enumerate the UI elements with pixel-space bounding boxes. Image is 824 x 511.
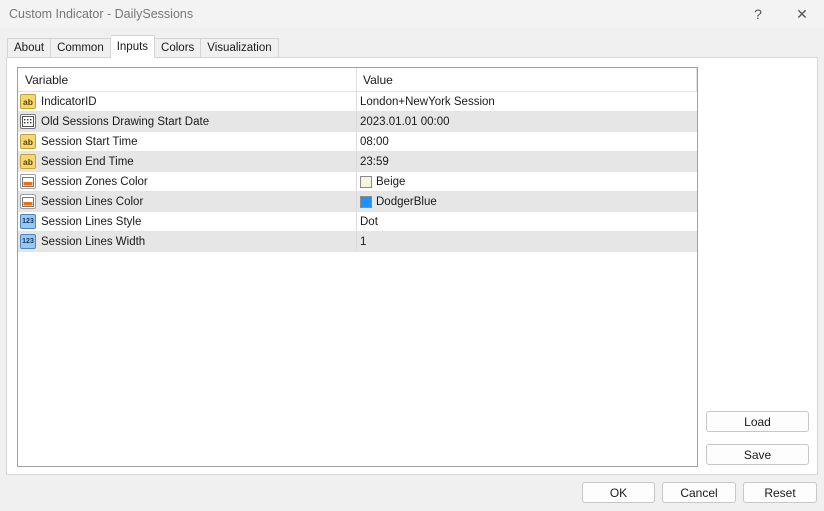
value-text: London+NewYork Session: [360, 95, 495, 108]
table-row[interactable]: 123 Session Lines Style Dot: [18, 212, 697, 232]
table-row[interactable]: Session Lines Color DodgerBlue: [18, 192, 697, 212]
table-row[interactable]: ab Session Start Time 08:00: [18, 132, 697, 152]
tab-about[interactable]: About: [7, 38, 52, 58]
value-cell[interactable]: 2023.01.01 00:00: [357, 112, 697, 131]
reset-button[interactable]: Reset: [743, 482, 817, 503]
numeric-123-icon: 123: [20, 214, 36, 229]
ab-string-icon: ab: [20, 134, 36, 149]
table-row[interactable]: Session Zones Color Beige: [18, 172, 697, 192]
variable-name: Session Start Time: [41, 135, 138, 148]
window-title: Custom Indicator - DailySessions: [9, 7, 194, 21]
numeric-123-icon: 123: [20, 234, 36, 249]
column-header-variable[interactable]: Variable: [18, 68, 357, 92]
inputs-grid: Variable Value ab IndicatorID London+New…: [17, 67, 698, 467]
variable-name: Session End Time: [41, 155, 134, 168]
cancel-button[interactable]: Cancel: [662, 482, 736, 503]
load-button[interactable]: Load: [706, 411, 809, 432]
value-cell[interactable]: 1: [357, 232, 697, 251]
variable-name: Session Lines Color: [41, 195, 144, 208]
color-swatch: [360, 195, 372, 208]
table-row[interactable]: ab Session End Time 23:59: [18, 152, 697, 172]
value-cell[interactable]: London+NewYork Session: [357, 92, 697, 111]
value-cell[interactable]: DodgerBlue: [357, 192, 697, 211]
tab-colors[interactable]: Colors: [155, 38, 202, 58]
grid-rows: ab IndicatorID London+NewYork Session Ol…: [18, 92, 697, 252]
ab-string-icon: ab: [20, 94, 36, 109]
color-swatch: [360, 175, 372, 188]
table-row[interactable]: 123 Session Lines Width 1: [18, 232, 697, 252]
calendar-datetime-icon: [20, 114, 36, 129]
ok-button[interactable]: OK: [582, 482, 655, 503]
value-text: Dot: [360, 215, 378, 228]
help-icon: ?: [754, 6, 762, 22]
value-text: 2023.01.01 00:00: [360, 115, 450, 128]
tab-common[interactable]: Common: [51, 38, 111, 58]
column-header-value[interactable]: Value: [357, 68, 697, 92]
table-row[interactable]: ab IndicatorID London+NewYork Session: [18, 92, 697, 112]
value-text: Beige: [376, 175, 406, 188]
grid-header: Variable Value: [18, 68, 697, 92]
value-cell[interactable]: Beige: [357, 172, 697, 191]
variable-name: IndicatorID: [41, 95, 97, 108]
color-palette-icon: [20, 174, 36, 189]
tab-inputs[interactable]: Inputs: [110, 35, 156, 58]
variable-name: Old Sessions Drawing Start Date: [41, 115, 210, 128]
close-icon: ✕: [796, 5, 808, 22]
value-text: DodgerBlue: [376, 195, 437, 208]
variable-name: Session Lines Style: [41, 215, 142, 228]
ab-string-icon: ab: [20, 154, 36, 169]
value-cell[interactable]: 23:59: [357, 152, 697, 171]
value-text: 08:00: [360, 135, 389, 148]
value-cell[interactable]: Dot: [357, 212, 697, 231]
table-row[interactable]: Old Sessions Drawing Start Date 2023.01.…: [18, 112, 697, 132]
title-bar: Custom Indicator - DailySessions ? ✕: [0, 0, 824, 28]
color-palette-icon: [20, 194, 36, 209]
tab-bar: About Common Inputs Colors Visualization: [7, 35, 279, 58]
value-text: 23:59: [360, 155, 389, 168]
variable-name: Session Lines Width: [41, 235, 146, 248]
close-button[interactable]: ✕: [779, 0, 824, 28]
save-button[interactable]: Save: [706, 444, 809, 465]
help-button[interactable]: ?: [735, 0, 781, 28]
variable-name: Session Zones Color: [41, 175, 148, 188]
value-text: 1: [360, 235, 367, 248]
value-cell[interactable]: 08:00: [357, 132, 697, 151]
tab-visualization[interactable]: Visualization: [201, 38, 279, 58]
